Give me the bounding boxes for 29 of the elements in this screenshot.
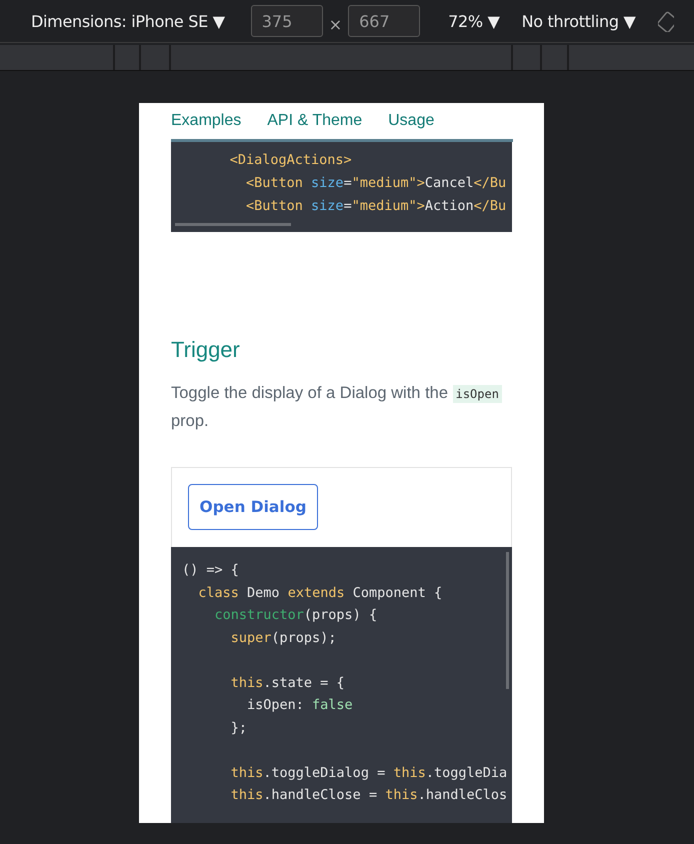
code-line: this.state = {: [230, 674, 346, 692]
code-line: () => {: [181, 561, 240, 580]
code-line: <Button size="medium">Cancel</Bu: [245, 174, 508, 193]
code-line: this.handleClose = this.handleClos: [230, 786, 508, 805]
throttling-dropdown[interactable]: No throttling ▼: [522, 12, 636, 30]
open-dialog-button[interactable]: Open Dialog: [188, 484, 318, 530]
tab[interactable]: Examples: [171, 112, 242, 130]
description-text: prop.: [171, 412, 209, 430]
device-dropdown[interactable]: Dimensions: iPhone SE ▼: [31, 12, 225, 30]
code-line: class Demo extends Component {: [197, 584, 444, 602]
description-text: Toggle the display of a Dialog with the: [171, 384, 448, 402]
code-line: isOpen: false: [246, 696, 354, 715]
rotate-icon[interactable]: [658, 10, 674, 32]
section-heading: Trigger: [171, 337, 241, 364]
scrollbar[interactable]: [175, 223, 291, 226]
code-line: };: [230, 718, 248, 738]
tab[interactable]: Usage: [388, 112, 434, 130]
width-field[interactable]: 375: [250, 5, 323, 37]
scrollbar[interactable]: [506, 552, 509, 689]
code-line: <DialogActions>: [228, 151, 353, 170]
code-line: <Button size="medium">Action</Bu: [245, 197, 508, 216]
code-line: constructor(props) {: [214, 606, 378, 625]
code-line: super(props);: [230, 628, 338, 648]
tab[interactable]: API & Theme: [267, 112, 362, 130]
zoom-dropdown[interactable]: 72% ▼: [448, 12, 500, 30]
inline-code: isOpen: [452, 385, 502, 403]
height-field[interactable]: 667: [348, 5, 420, 37]
code-line: this.toggleDialog = this.toggleDia: [230, 764, 508, 782]
times-sign: ×: [328, 14, 342, 34]
